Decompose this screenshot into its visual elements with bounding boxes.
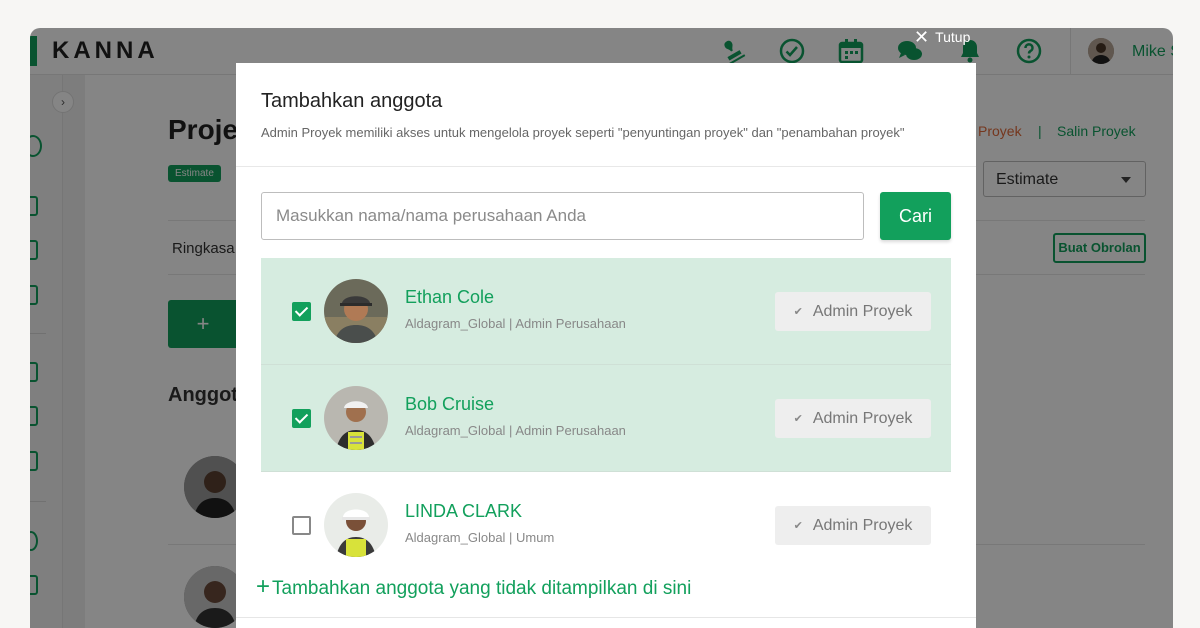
member-row[interactable]: Ethan Cole Aldagram_Global | Admin Perus… — [261, 258, 951, 365]
member-name: LINDA CLARK — [405, 501, 523, 521]
plus-icon: + — [256, 573, 271, 600]
check-icon: ✔ — [793, 520, 803, 532]
member-checkbox[interactable] — [292, 302, 311, 321]
role-label: Admin Proyek — [812, 302, 913, 320]
modal-footer-divider — [236, 617, 976, 618]
add-member-modal: Tambahkan anggota Admin Proyek memiliki … — [236, 63, 976, 628]
role-toggle-button[interactable]: ✔ Admin Proyek — [775, 399, 931, 438]
member-avatar — [324, 493, 388, 557]
check-icon: ✔ — [793, 413, 803, 425]
add-unlisted-member-link[interactable]: + Tambahkan anggota yang tidak ditampilka… — [256, 573, 691, 601]
member-meta: Aldagram_Global | Admin Perusahaan — [405, 316, 626, 331]
close-button[interactable]: ✕ Tutup — [914, 27, 970, 47]
member-name: Ethan Cole — [405, 287, 495, 307]
member-checkbox[interactable] — [292, 409, 311, 428]
close-label: Tutup — [935, 29, 971, 45]
role-toggle-button[interactable]: ✔ Admin Proyek — [775, 506, 931, 545]
member-meta: Aldagram_Global | Umum — [405, 530, 555, 545]
member-avatar — [324, 279, 388, 343]
member-meta: Aldagram_Global | Admin Perusahaan — [405, 423, 626, 438]
modal-subtitle: Admin Proyek memiliki akses untuk mengel… — [261, 125, 905, 140]
role-toggle-button[interactable]: ✔ Admin Proyek — [775, 292, 931, 331]
search-button[interactable]: Cari — [880, 192, 951, 240]
role-label: Admin Proyek — [812, 516, 913, 534]
modal-title: Tambahkan anggota — [261, 90, 443, 112]
member-name: Bob Cruise — [405, 394, 495, 414]
close-icon: ✕ — [914, 27, 930, 47]
add-unlisted-member-label: Tambahkan anggota yang tidak ditampilkan… — [272, 578, 692, 599]
modal-header: Tambahkan anggota Admin Proyek memiliki … — [236, 63, 976, 167]
member-search-input[interactable] — [261, 192, 864, 240]
check-icon: ✔ — [793, 306, 803, 318]
member-checkbox[interactable] — [292, 516, 311, 535]
member-avatar — [324, 386, 388, 450]
member-row[interactable]: LINDA CLARK Aldagram_Global | Umum ✔ Adm… — [261, 472, 951, 579]
role-label: Admin Proyek — [812, 409, 913, 427]
member-list: Ethan Cole Aldagram_Global | Admin Perus… — [261, 258, 951, 579]
member-row[interactable]: Bob Cruise Aldagram_Global | Admin Perus… — [261, 365, 951, 472]
